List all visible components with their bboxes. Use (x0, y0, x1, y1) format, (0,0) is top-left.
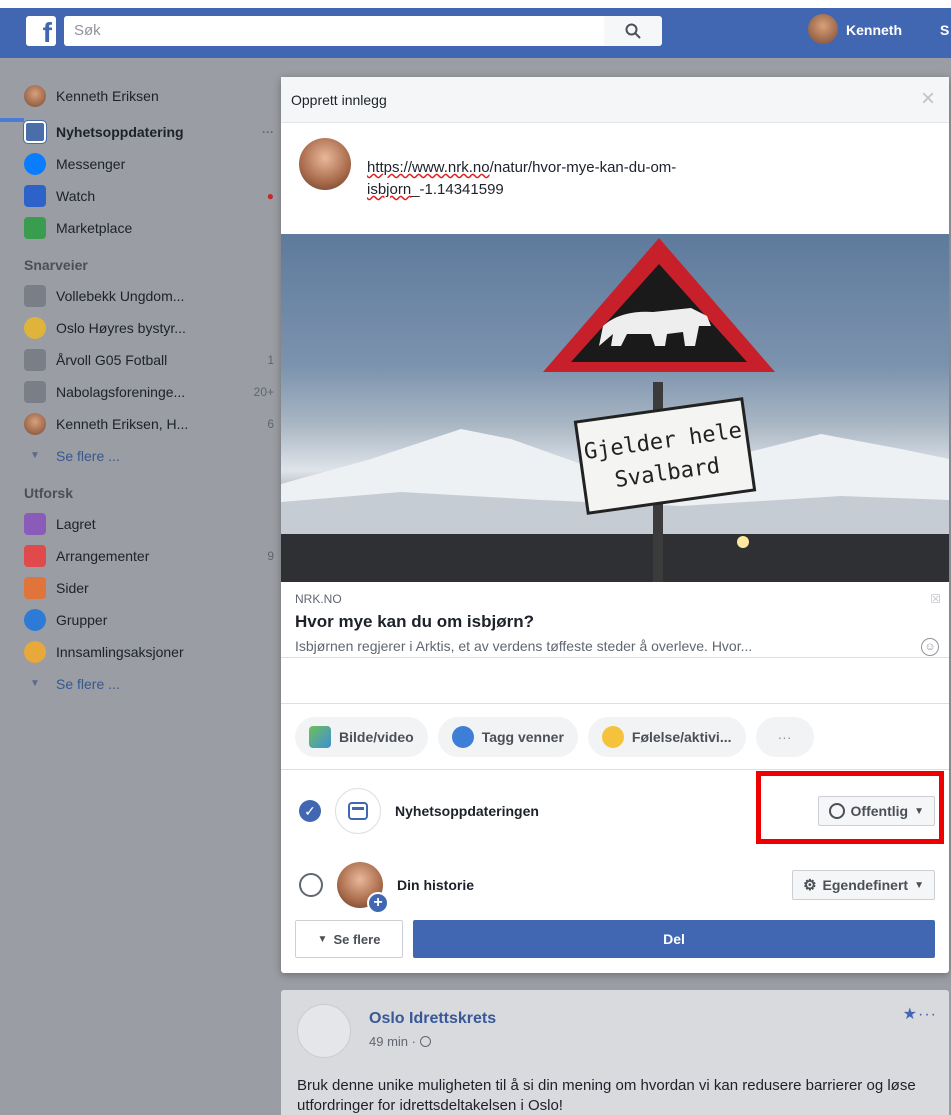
sidebar-item-shortcut[interactable]: Vollebekk Ungdom... (24, 280, 274, 312)
dialog-title: Opprett innlegg (291, 92, 387, 108)
active-marker (0, 118, 24, 122)
watch-icon (24, 185, 46, 207)
page-avatar[interactable] (297, 1004, 351, 1058)
photo-video-button[interactable]: Bilde/video (295, 717, 428, 757)
shortcuts-heading: Snarveier (24, 257, 88, 273)
dialog-header: Opprett innlegg × (281, 77, 949, 123)
sidebar-item-shortcut[interactable]: Nabolagsforeninge... 20+ (24, 376, 274, 408)
sidebar-item-news-feed[interactable]: Nyhetsoppdatering ··· (23, 116, 274, 148)
photo-icon (309, 726, 331, 748)
highlight-box (756, 771, 944, 844)
facebook-logo[interactable]: f (26, 16, 56, 48)
group-icon (24, 349, 46, 371)
tag-people-icon (451, 726, 474, 748)
polar-bear-sign-icon: Gjelder hele Svalbard (281, 238, 949, 582)
divider (281, 769, 949, 770)
sidebar-item-shortcut[interactable]: Kenneth Eriksen, H... 6 (24, 408, 274, 440)
link-preview-image[interactable]: Gjelder hele Svalbard (281, 234, 949, 582)
sidebar-item-shortcut[interactable]: Årvoll G05 Fotball 1 (24, 344, 274, 376)
checked-icon[interactable]: ✓ (299, 800, 321, 822)
story-label: Din historie (397, 877, 475, 893)
dialog-footer: ▼ Se flere Del (295, 920, 935, 960)
composer-avatar (299, 138, 351, 190)
unchecked-icon[interactable] (299, 873, 323, 897)
sidebar-item-fundraisers[interactable]: Innsamlingsaksjoner (24, 636, 274, 668)
chevron-down-icon: ▼ (317, 933, 328, 945)
post-composer[interactable]: https://www.nrk.no/natur/hvor-mye-kan-du… (281, 123, 949, 233)
preview-description: Isbjørnen regjerer i Arktis, et av verde… (295, 638, 753, 654)
preview-title: Hvor mye kan du om isbjørn? (295, 612, 534, 631)
preview-site: NRK.NO (295, 592, 342, 606)
topbar-truncated-link[interactable]: S (940, 22, 949, 38)
more-options-icon[interactable]: ··· (246, 125, 274, 139)
search-icon (625, 23, 641, 39)
chevron-down-icon: ▼ (30, 450, 40, 461)
calendar-icon (24, 545, 46, 567)
feeling-activity-button[interactable]: Følelse/aktivi... (587, 717, 746, 757)
share-button[interactable]: Del (413, 920, 935, 958)
heart-icon (24, 641, 46, 663)
flag-icon (24, 577, 46, 599)
link-preview-card[interactable]: NRK.NO Hvor mye kan du om isbjørn? Isbjø… (281, 582, 949, 658)
divider (281, 703, 949, 704)
left-sidebar: Kenneth Eriksen Nyhetsoppdatering ··· Me… (23, 80, 274, 700)
group-icon (24, 285, 46, 307)
sidebar-item-saved[interactable]: Lagret (24, 508, 274, 540)
close-icon[interactable]: × (921, 87, 935, 111)
search-button[interactable] (604, 16, 662, 46)
news-feed-icon (23, 120, 47, 144)
messenger-icon (24, 153, 46, 175)
tag-friends-button[interactable]: Tagg venner (437, 717, 578, 757)
sidebar-item-profile[interactable]: Kenneth Eriksen (24, 80, 274, 112)
post-timestamp[interactable]: 49 min · (369, 1034, 431, 1049)
notification-dot: ● (266, 189, 274, 203)
top-bar: f Søk Kenneth S (0, 0, 951, 58)
news-feed-label: Nyhetsoppdateringen (395, 803, 539, 819)
sidebar-item-groups[interactable]: Grupper (24, 604, 274, 636)
post-options-icon[interactable]: ★··· (903, 1004, 937, 1024)
see-more-explore[interactable]: ▼ Se flere ... (24, 668, 274, 700)
profile-avatar-icon (24, 413, 46, 435)
story-avatar: + (337, 862, 389, 914)
share-target-story[interactable]: + Din historie ⚙ Egendefinert ▼ (299, 859, 935, 914)
chevron-down-icon: ▼ (914, 879, 924, 891)
chevron-down-icon: ▼ (30, 678, 40, 689)
sidebar-item-pages[interactable]: Sider (24, 572, 274, 604)
group-icon (24, 381, 46, 403)
post-text-input[interactable]: https://www.nrk.no/natur/hvor-mye-kan-du… (367, 157, 847, 201)
bookmark-icon (24, 513, 46, 535)
search-input[interactable]: Søk (64, 16, 604, 46)
privacy-selector-custom[interactable]: ⚙ Egendefinert ▼ (792, 870, 935, 900)
lightbulb-icon (24, 317, 46, 339)
feed-post: Oslo Idrettskrets 49 min · ★··· Bruk den… (281, 990, 949, 1115)
see-more-button[interactable]: ▼ Se flere (295, 920, 403, 958)
post-author[interactable]: Oslo Idrettskrets (369, 1010, 496, 1028)
groups-icon (24, 609, 46, 631)
user-avatar[interactable] (808, 14, 838, 44)
smiley-icon (601, 726, 624, 748)
top-strip (0, 0, 951, 8)
emoji-icon[interactable]: ☺ (921, 638, 939, 656)
sidebar-item-watch[interactable]: Watch ● (24, 180, 274, 212)
sidebar-item-messenger[interactable]: Messenger (24, 148, 274, 180)
see-more-shortcuts[interactable]: ▼ Se flere ... (24, 440, 274, 472)
profile-avatar-icon (24, 85, 46, 107)
more-actions-button[interactable]: ··· (755, 717, 814, 757)
remove-preview-icon[interactable]: ☒ (930, 592, 941, 606)
sidebar-item-events[interactable]: Arrangementer 9 (24, 540, 274, 572)
globe-icon (419, 1036, 431, 1047)
post-body: Bruk denne unike muligheten til å si din… (297, 1077, 916, 1114)
plus-icon: + (367, 892, 389, 914)
marketplace-icon (24, 217, 46, 239)
explore-heading: Utforsk (24, 485, 74, 501)
gear-icon: ⚙ (803, 877, 817, 894)
sidebar-item-marketplace[interactable]: Marketplace (24, 212, 274, 244)
sidebar-item-shortcut[interactable]: Oslo Høyres bystyr... (24, 312, 274, 344)
profile-link[interactable]: Kenneth (846, 22, 902, 38)
news-feed-icon (335, 788, 381, 834)
composer-actions: Bilde/video Tagg venner Følelse/aktivi..… (295, 717, 935, 759)
